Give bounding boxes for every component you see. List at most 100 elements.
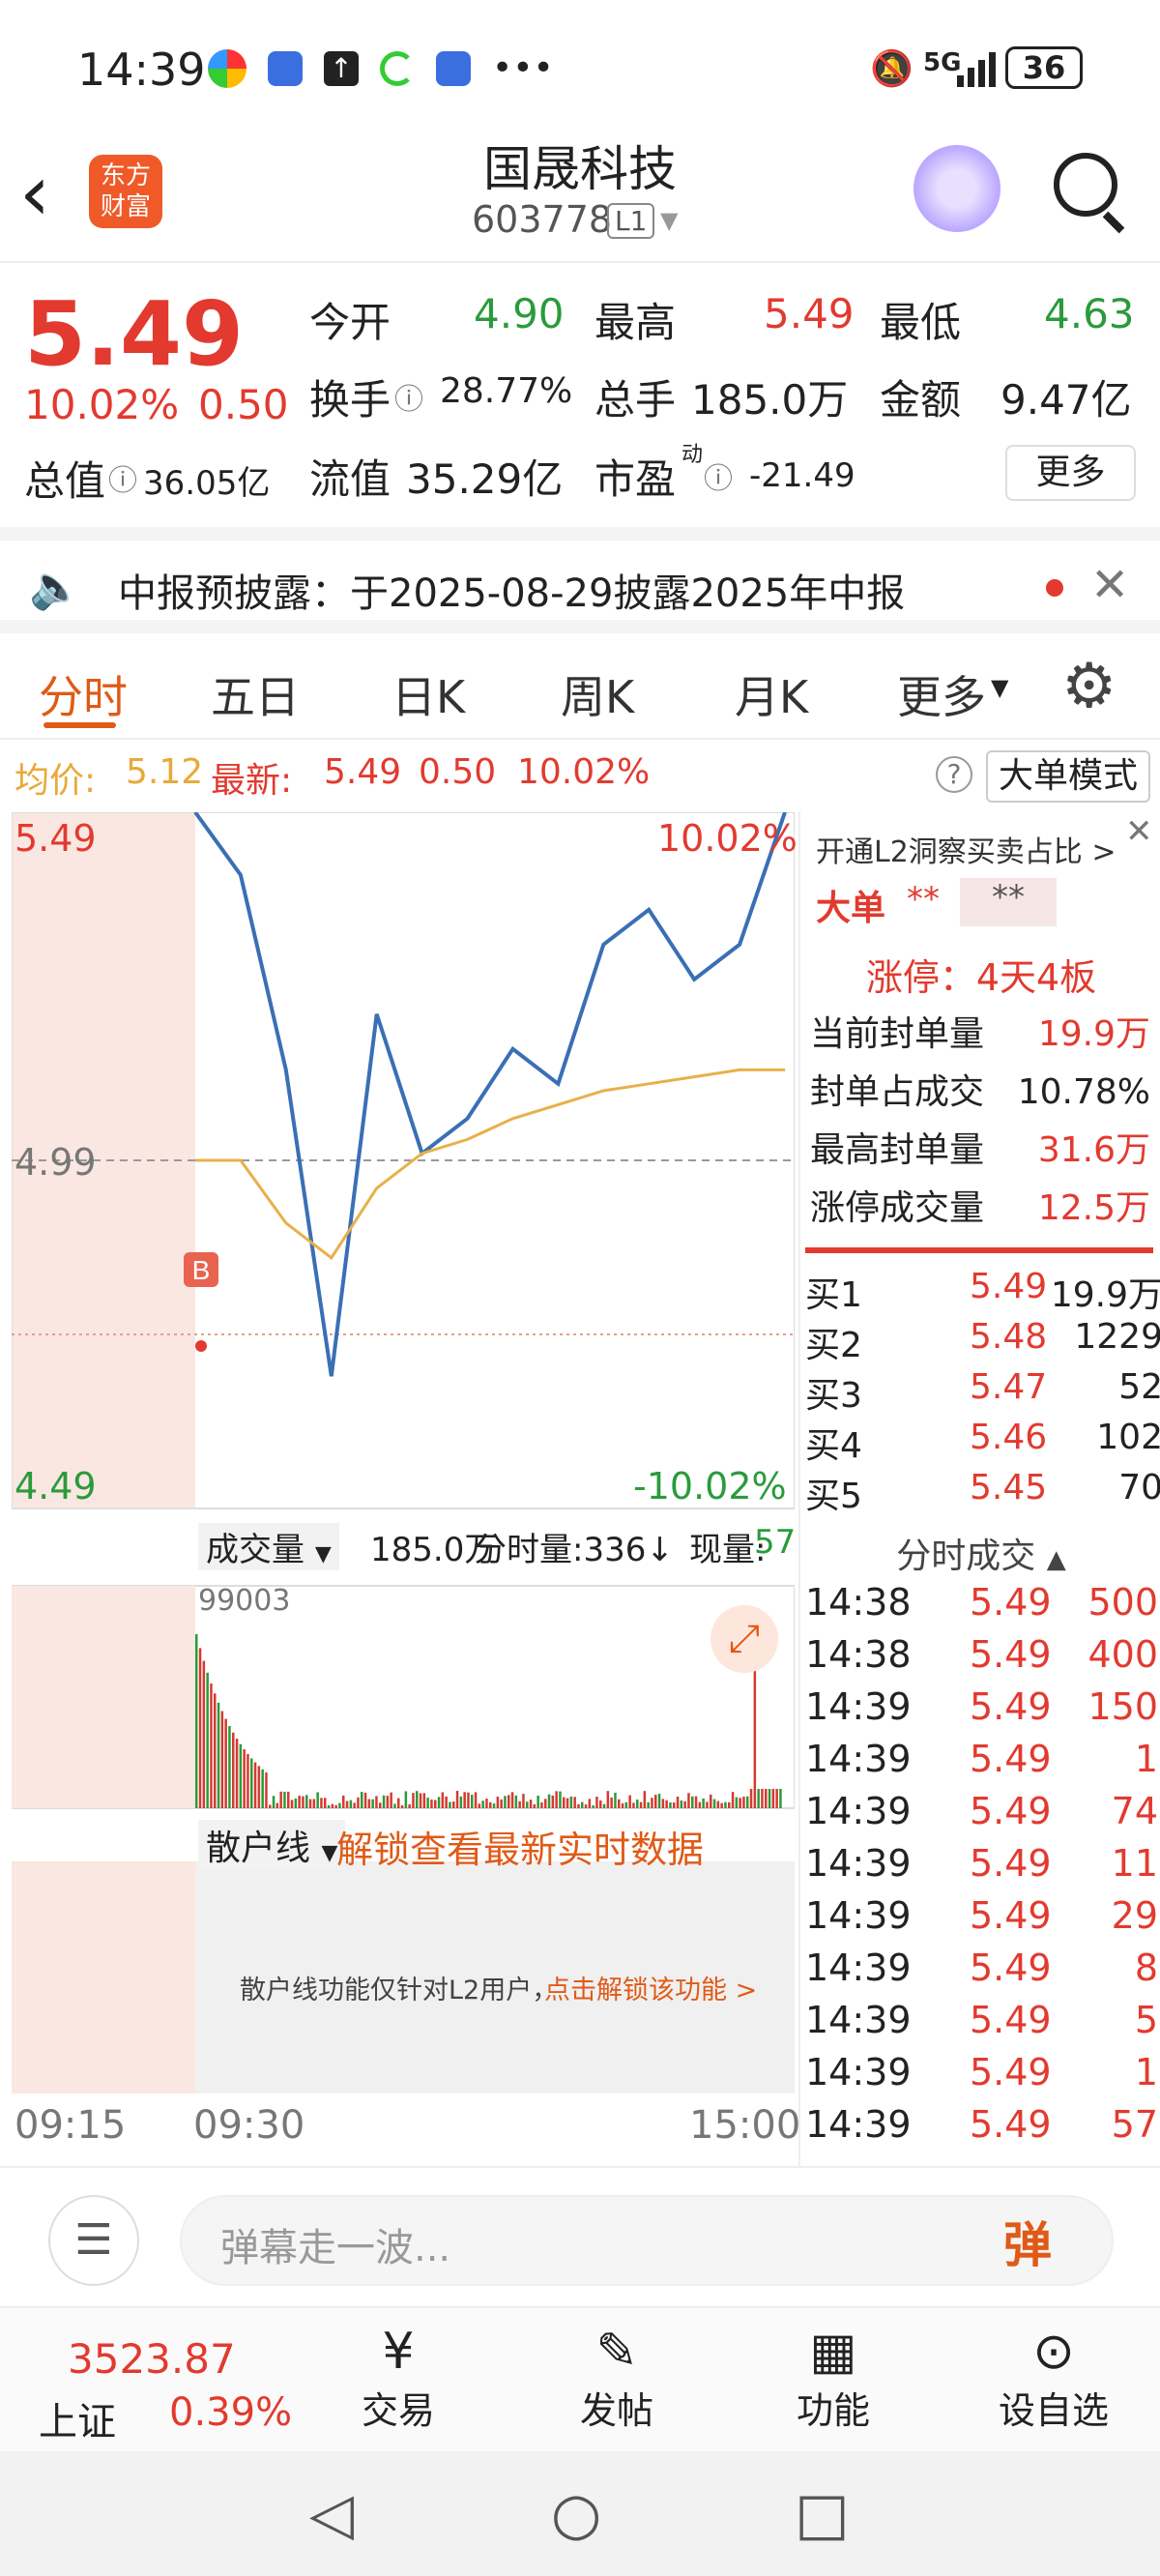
volume-bar [254, 1763, 257, 1808]
ticks-title[interactable]: 分时成交 ▲ [800, 1528, 1160, 1578]
turnover-label: 换手 [309, 367, 391, 426]
tick-row[interactable]: 14:39 5.49 8 [805, 1947, 1158, 1999]
danmu-input[interactable]: 弹幕走一波... 弹 [180, 2195, 1114, 2286]
mktcap-value: 36.05亿 [143, 456, 270, 504]
index-name[interactable]: 上证 [39, 2390, 116, 2446]
tick-time: 14:39 [805, 1738, 912, 1780]
tab-weekly-k[interactable]: 周K [561, 662, 634, 726]
close-icon[interactable]: ✕ [1090, 558, 1129, 612]
volume-bar [434, 1800, 437, 1808]
list-settings-icon[interactable]: ☰ [48, 2195, 139, 2286]
volume-bar [566, 1799, 569, 1808]
volume-bar [632, 1802, 635, 1808]
tick-volume: 57 [1112, 2103, 1158, 2146]
volume-bar [662, 1799, 665, 1808]
tick-row[interactable]: 14:38 5.49 500 [805, 1581, 1158, 1633]
volume-bar [397, 1799, 400, 1808]
volume-bar [471, 1795, 474, 1808]
latest-label: 最新: [211, 752, 292, 803]
search-icon[interactable] [1054, 153, 1117, 217]
volume-bar [493, 1803, 496, 1808]
tick-time: 14:39 [805, 1947, 912, 1989]
volume-bar [250, 1758, 253, 1808]
volume-bar [589, 1799, 592, 1808]
volume-bar [420, 1794, 422, 1808]
tick-row[interactable]: 14:39 5.49 1 [805, 1738, 1158, 1790]
nav-functions[interactable]: ▦ 功能 [756, 2323, 911, 2434]
back-nav-icon[interactable]: ◁ [309, 2480, 354, 2548]
home-nav-icon[interactable]: ○ [551, 2480, 601, 2548]
more-button[interactable]: 更多 [1005, 445, 1136, 501]
orderbook-row[interactable]: 买3 5.47 52 [805, 1367, 1160, 1418]
l2-promo[interactable]: 开通L2洞察买卖占比 > [816, 828, 1116, 870]
tab-intraday[interactable]: 分时 [39, 662, 128, 726]
close-icon[interactable]: ✕ [1125, 812, 1153, 851]
volume-bar [732, 1792, 735, 1808]
nav-add-watchlist[interactable]: ⊙ 设自选 [976, 2323, 1131, 2434]
volume-bar [221, 1712, 224, 1808]
info-icon[interactable]: ⓘ [394, 375, 423, 418]
chevron-down-icon[interactable]: ▼ [991, 674, 1008, 701]
volume-bar [713, 1800, 716, 1808]
tab-daily-k[interactable]: 日K [392, 662, 465, 726]
tick-volume: 8 [1135, 1947, 1158, 1989]
retail-selector[interactable]: 散户线 ▼ [198, 1820, 345, 1870]
tick-row[interactable]: 14:39 5.49 150 [805, 1685, 1158, 1738]
tick-row[interactable]: 14:39 5.49 5 [805, 1999, 1158, 2051]
tick-row[interactable]: 14:39 5.49 57 [805, 2103, 1158, 2155]
info-icon[interactable]: ⓘ [704, 454, 733, 497]
volume-bar [540, 1802, 543, 1808]
tick-row[interactable]: 14:38 5.49 400 [805, 1633, 1158, 1685]
volume-bar [706, 1801, 709, 1808]
volume-bar [350, 1800, 353, 1808]
volume-bar [768, 1789, 771, 1808]
info-icon[interactable]: ⓘ [108, 456, 137, 499]
volume-bar [702, 1799, 705, 1808]
volume-bar [240, 1744, 243, 1808]
orderbook-row[interactable]: 买2 5.48 1229 [805, 1317, 1160, 1367]
danmu-toggle-icon[interactable]: 弹 [1003, 2207, 1052, 2276]
index-pct[interactable]: 0.39% [169, 2390, 292, 2435]
chevron-down-icon: ▼ [315, 1542, 332, 1566]
robot-assistant-icon[interactable] [914, 145, 1000, 232]
tick-row[interactable]: 14:39 5.49 29 [805, 1894, 1158, 1947]
expand-icon[interactable]: ⤢ [710, 1605, 778, 1673]
float-value: 35.29亿 [406, 447, 563, 506]
volume-bar [287, 1792, 290, 1808]
orderbook-row[interactable]: 买4 5.46 102 [805, 1418, 1160, 1468]
volume-bar [673, 1802, 676, 1808]
volume-bar [361, 1792, 363, 1808]
volume-bar [324, 1798, 327, 1808]
volume-bar [518, 1801, 521, 1808]
tab-five-day[interactable]: 五日 [211, 662, 300, 726]
retail-unlock-button[interactable]: 点击解锁该功能 > [544, 1969, 757, 2006]
turnover-value: 28.77% [440, 371, 572, 411]
retail-unlock-link[interactable]: 解锁查看最新实时数据 [336, 1820, 704, 1873]
volume-bar [570, 1797, 573, 1808]
notice-banner[interactable]: 🔈 中报预披露：于2025-08-29披露2025年中报 ✕ [0, 527, 1160, 633]
volume-bar [534, 1804, 536, 1808]
chevron-down-icon[interactable]: ▼ [660, 207, 678, 234]
tick-row[interactable]: 14:39 5.49 1 [805, 2051, 1158, 2103]
tick-row[interactable]: 14:39 5.49 11 [805, 1842, 1158, 1894]
level-badge[interactable]: L1 [607, 203, 654, 239]
orderbook-row[interactable]: 买5 5.45 70 [805, 1468, 1160, 1518]
pct-bottom-label: -10.02% [633, 1465, 787, 1508]
volume-value: 185.0万 [691, 367, 848, 426]
big-order-mode-button[interactable]: 大单模式 [986, 750, 1150, 803]
tab-more[interactable]: 更多 [897, 662, 986, 726]
gear-icon[interactable]: ⚙ [1061, 651, 1116, 722]
nav-trade[interactable]: ¥ 交易 [321, 2323, 476, 2434]
volume-bars [195, 1615, 782, 1808]
volume-bar [368, 1800, 371, 1808]
quote-panel: 5.49 10.02% 0.50 总值 ⓘ 36.05亿 今开 4.90 最高 … [0, 261, 1160, 522]
orderbook-row[interactable]: 买1 5.49 19.9万 [805, 1267, 1160, 1317]
nav-post[interactable]: ✎ 发帖 [539, 2323, 694, 2434]
tab-monthly-k[interactable]: 月K [735, 662, 808, 726]
help-icon[interactable]: ? [936, 756, 972, 793]
stat-value: 19.9万 [1018, 1006, 1150, 1064]
index-value[interactable]: 3523.87 [68, 2335, 236, 2383]
volume-selector[interactable]: 成交量 ▼ [198, 1523, 339, 1570]
tick-row[interactable]: 14:39 5.49 74 [805, 1790, 1158, 1842]
recents-nav-icon[interactable]: □ [795, 2480, 850, 2548]
